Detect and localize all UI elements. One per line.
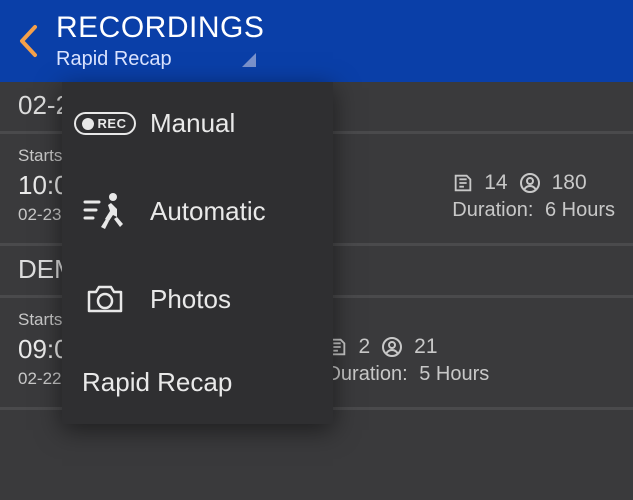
page-title: RECORDINGS	[56, 11, 264, 45]
menu-item-rapid-recap[interactable]: Rapid Recap	[62, 341, 333, 424]
menu-item-photos[interactable]: Photos	[62, 257, 333, 341]
filter-menu: REC Manual Automatic	[62, 82, 333, 424]
duration-label: Duration:	[326, 363, 407, 385]
menu-item-manual[interactable]: REC Manual	[62, 82, 333, 165]
duration-value: 5 Hours	[419, 363, 489, 385]
back-button[interactable]	[12, 21, 44, 61]
stat2-value: 180	[552, 171, 587, 195]
duration-value: 6 Hours	[545, 199, 615, 221]
app-header: RECORDINGS Rapid Recap	[0, 0, 633, 82]
record-icon: REC	[82, 112, 128, 135]
camera-icon	[82, 283, 128, 315]
dropdown-triangle-icon	[242, 53, 256, 67]
stats-block: 2 21 Duration: 5 Hours	[326, 335, 615, 386]
duration-label: Duration:	[452, 199, 533, 221]
walking-icon	[82, 191, 128, 231]
menu-item-label: Photos	[150, 284, 231, 315]
filter-label: Rapid Recap	[56, 48, 172, 71]
menu-item-label: Automatic	[150, 196, 266, 227]
header-text-block: RECORDINGS Rapid Recap	[56, 11, 264, 71]
person-icon	[380, 335, 404, 359]
pages-icon	[452, 172, 474, 194]
filter-dropdown[interactable]: Rapid Recap	[56, 48, 264, 71]
menu-item-label: Manual	[150, 108, 235, 139]
stats-block: 14 180 Duration: 6 Hours	[452, 171, 615, 222]
menu-item-label: Rapid Recap	[82, 367, 232, 398]
person-icon	[518, 171, 542, 195]
stat1-value: 2	[358, 335, 370, 359]
menu-item-automatic[interactable]: Automatic	[62, 165, 333, 257]
stat1-value: 14	[484, 171, 507, 195]
chevron-left-icon	[18, 24, 38, 58]
stat2-value: 21	[414, 335, 437, 359]
